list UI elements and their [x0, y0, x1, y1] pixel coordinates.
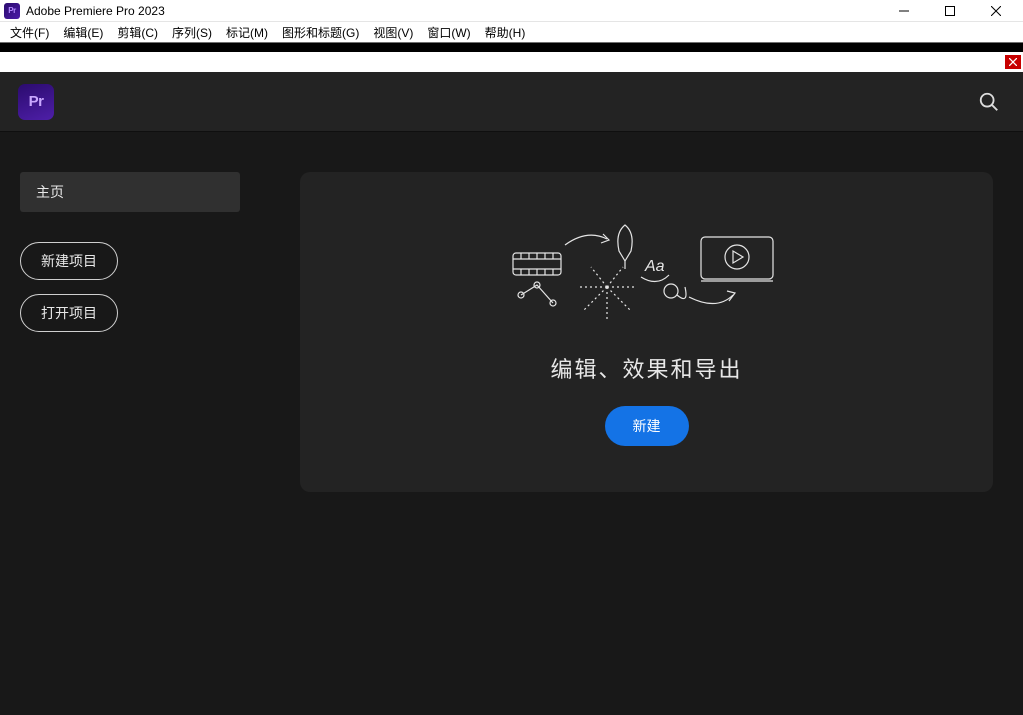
menu-item-marker[interactable]: 标记(M) [222, 24, 272, 41]
menu-item-sequence[interactable]: 序列(S) [168, 24, 216, 41]
sidebar: 主页 新建项目 打开项目 [20, 172, 260, 695]
welcome-heading: 编辑、效果和导出 [550, 352, 742, 384]
search-icon [978, 91, 1000, 113]
menu-item-help[interactable]: 帮助(H) [481, 24, 530, 41]
window-title: Adobe Premiere Pro 2023 [26, 4, 881, 18]
app-small-icon-text: Pr [8, 6, 15, 15]
menu-item-edit[interactable]: 编辑(E) [59, 24, 107, 41]
create-new-button[interactable]: 新建 [605, 406, 689, 446]
menu-bar: 文件(F) 编辑(E) 剪辑(C) 序列(S) 标记(M) 图形和标题(G) 视… [0, 22, 1023, 42]
search-button[interactable] [973, 86, 1005, 118]
welcome-illustration-icon: Aa [507, 218, 787, 338]
home-workspace: 主页 新建项目 打开项目 [0, 132, 1023, 715]
menu-item-view[interactable]: 视图(V) [369, 24, 417, 41]
window-controls [881, 0, 1019, 22]
close-button[interactable] [973, 0, 1019, 22]
divider [0, 42, 1023, 52]
svg-text:Aa: Aa [644, 258, 665, 275]
minimize-button[interactable] [881, 0, 927, 22]
panel-tab-row [0, 52, 1023, 72]
menu-item-file[interactable]: 文件(F) [6, 24, 53, 41]
maximize-button[interactable] [927, 0, 973, 22]
app-small-icon: Pr [4, 3, 20, 19]
welcome-card: Aa 编辑、效果和导出 新建 [300, 172, 993, 492]
menu-item-clip[interactable]: 剪辑(C) [113, 24, 162, 41]
panel-close-button[interactable] [1005, 55, 1021, 69]
menu-item-graphics[interactable]: 图形和标题(G) [278, 24, 363, 41]
app-header: Pr [0, 72, 1023, 132]
open-project-button[interactable]: 打开项目 [20, 294, 118, 332]
new-project-button[interactable]: 新建项目 [20, 242, 118, 280]
tab-home[interactable]: 主页 [20, 172, 240, 212]
premiere-logo-icon: Pr [18, 84, 54, 120]
premiere-logo-text: Pr [29, 93, 44, 110]
menu-item-window[interactable]: 窗口(W) [423, 24, 474, 41]
title-bar: Pr Adobe Premiere Pro 2023 [0, 0, 1023, 22]
